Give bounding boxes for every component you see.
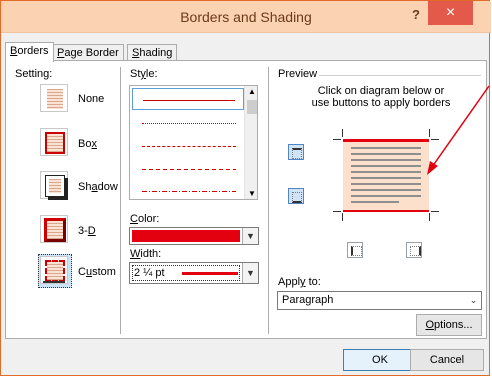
bottom-border-button[interactable] [288,188,304,204]
setting-3d-icon[interactable] [40,215,68,243]
style-scrollbar[interactable]: ▲ ▼ [244,86,257,199]
corner-mark [333,211,341,212]
help-button[interactable]: ? [402,4,430,26]
scroll-down-icon[interactable]: ▼ [245,189,257,198]
width-value: 2 ¼ pt [134,267,165,279]
apply-to-label: Apply to: [278,276,321,288]
style-heading: Style: [130,68,158,80]
setting-shadow-icon[interactable] [40,171,68,200]
corner-mark [342,129,343,137]
tab-shading[interactable]: Shading [127,44,178,61]
corner-mark [429,213,430,221]
corner-mark [431,139,439,140]
width-label: Width: [130,248,162,260]
setting-shadow-label[interactable]: Shadow [78,181,118,193]
setting-custom-label[interactable]: Custom [78,266,116,278]
preview-diagram[interactable] [343,139,429,212]
corner-mark [342,213,343,221]
setting-box-icon[interactable] [40,128,68,156]
close-button[interactable]: × [428,1,473,25]
corner-mark [431,211,439,212]
apply-to-dropdown[interactable]: Paragraph ⌄ [277,291,482,310]
apply-to-value: Paragraph [282,294,334,306]
options-button[interactable]: Options... [416,314,482,336]
chevron-down-icon[interactable]: ⌄ [466,292,481,309]
tab-borders[interactable]: Borders [5,42,54,62]
chevron-down-icon[interactable]: ▼ [242,228,258,244]
style-item-dashed[interactable] [132,158,244,180]
setting-heading: Setting: [15,68,53,80]
color-label: Color: [130,213,160,225]
scroll-thumb[interactable] [247,100,257,114]
color-swatch [132,230,240,242]
preview-instructions-2: use buttons to apply borders [311,97,451,109]
style-list[interactable]: ▲ ▼ [129,85,258,200]
color-dropdown[interactable]: ▼ [129,227,259,245]
separator [268,67,269,334]
corner-mark [333,139,341,140]
setting-none-icon[interactable] [40,84,68,112]
setting-box-label[interactable]: Box [78,138,97,150]
preview-heading: Preview [278,68,318,80]
borders-and-shading-dialog: Borders and Shading ? × Borders Page Bor… [0,0,491,376]
style-item-dashed-small[interactable] [132,135,244,157]
style-item-dotted[interactable] [132,112,244,134]
top-border-button[interactable] [288,144,304,160]
preview-instructions-1: Click on diagram below or [317,85,445,97]
setting-custom-icon[interactable] [40,256,68,284]
preview-separator [319,75,481,76]
style-item-dash-dot[interactable] [132,180,244,199]
right-border-button[interactable] [406,242,422,258]
separator [120,67,121,334]
title-bar: Borders and Shading ? × [1,1,491,33]
width-line-sample [182,272,238,275]
chevron-down-icon[interactable]: ▼ [242,263,258,283]
style-item-solid[interactable] [132,88,244,110]
tab-page-border[interactable]: Page Border [52,44,124,61]
cancel-button[interactable]: Cancel [410,349,484,371]
left-border-button[interactable] [347,242,363,258]
setting-3d-label[interactable]: 3-D [78,225,96,237]
corner-mark [429,129,430,137]
width-dropdown[interactable]: 2 ¼ pt ▼ [129,262,259,284]
setting-none-label[interactable]: None [78,93,104,105]
scroll-up-icon[interactable]: ▲ [245,87,257,96]
ok-button[interactable]: OK [343,349,417,371]
